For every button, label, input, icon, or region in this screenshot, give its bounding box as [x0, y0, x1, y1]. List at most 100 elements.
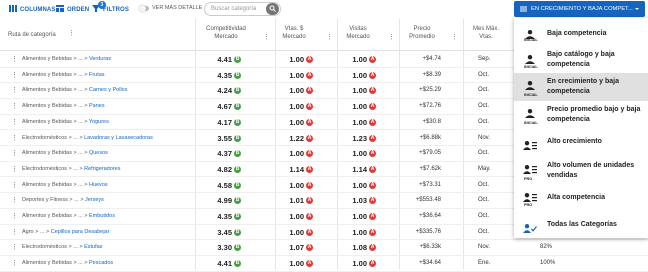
header-ventas[interactable]: Vtas. $ Mercado: [278, 25, 310, 41]
tier-label: INICIAL: [524, 93, 538, 97]
visitas-value: 1.00: [352, 180, 367, 190]
competitividad-badge: B: [234, 87, 241, 95]
row-menu-icon[interactable]: ⋮: [11, 181, 18, 189]
ventas-value: 1.14: [289, 164, 304, 174]
row-menu-icon[interactable]: ⋮: [11, 259, 18, 267]
view-menu: INICIAL Baja competencia INICIAL Bajo catál…: [514, 18, 648, 238]
category-leaf-link[interactable]: Jerseys: [85, 197, 104, 203]
view-menu-item[interactable]: INICIAL En crecimiento y baja competencia: [514, 73, 648, 101]
view-menu-item[interactable]: PRO Alta competencia: [514, 185, 648, 211]
competitividad-badge: B: [234, 56, 241, 63]
row-menu-icon[interactable]: ⋮: [11, 228, 18, 236]
user-check-icon: [523, 220, 537, 238]
table-row[interactable]: ⋮ Alimentos y Bebidas > ... > Pescados 4.4…: [0, 256, 648, 272]
view-menu-item[interactable]: INICIAL Precio promedio bajo y baja compe…: [514, 101, 648, 129]
category-leaf-link[interactable]: Frutas: [89, 72, 105, 78]
header-visitas-menu-icon[interactable]: ⋮: [388, 33, 395, 41]
mes-value: Sep.: [478, 56, 491, 62]
view-menu-item-label: Bajo catálogo y baja competencia: [547, 51, 615, 68]
category-leaf-link[interactable]: Cepillos para Desabejar: [51, 229, 110, 235]
row-menu-icon[interactable]: ⋮: [11, 102, 18, 110]
search-button[interactable]: [266, 3, 279, 15]
category-path: Electrodomésticos > ... > Estufas: [22, 244, 103, 251]
row-menu-icon[interactable]: ⋮: [11, 149, 18, 157]
filters-button[interactable]: 3 FILTROS: [92, 1, 129, 16]
ventas-badge: A: [306, 87, 313, 95]
header-precio[interactable]: Precio Promedio: [404, 25, 440, 41]
ventas-badge: A: [306, 228, 313, 236]
competitividad-badge: B: [234, 181, 241, 189]
visitas-value: 1.14: [352, 164, 367, 174]
competitividad-value: 4.41: [217, 55, 232, 64]
row-menu-icon[interactable]: ⋮: [11, 243, 18, 251]
row-menu-icon[interactable]: ⋮: [11, 55, 18, 63]
category-leaf-link[interactable]: Yogures: [89, 119, 109, 125]
row-menu-icon[interactable]: ⋮: [11, 118, 18, 126]
view-menu-item[interactable]: INICIAL Baja competencia: [514, 22, 648, 46]
category-path: Alimentos y Bebidas > ... > Yogures: [22, 118, 109, 125]
category-leaf-link[interactable]: Embutidos: [89, 213, 115, 219]
columns-icon: [9, 5, 17, 14]
header-comp-menu-icon[interactable]: ⋮: [263, 33, 270, 41]
view-menu-item-label: Todas las Categorías: [547, 221, 617, 228]
columns-button[interactable]: COLUMNAS: [9, 3, 55, 16]
category-leaf-link[interactable]: Verduras: [89, 56, 111, 62]
order-label: ORDEN: [67, 6, 90, 13]
precio-value: +$30.8: [422, 118, 441, 125]
competitividad-badge: B: [234, 197, 241, 205]
competitividad-badge: B: [234, 118, 241, 126]
view-dropdown[interactable]: EN CRECIMIENTO Y BAJA COMPET...: [514, 1, 645, 17]
row-menu-icon[interactable]: ⋮: [11, 196, 18, 204]
precio-value: +$72.76: [419, 103, 441, 110]
ventas-value: 1.00: [289, 212, 304, 221]
visitas-value: 1.00: [352, 227, 367, 237]
row-menu-icon[interactable]: ⋮: [11, 212, 18, 220]
percent-value: 100%: [540, 260, 556, 267]
ventas-badge: A: [306, 103, 313, 111]
visitas-value: 1.23: [352, 133, 367, 143]
category-leaf-link[interactable]: Estufas: [84, 244, 102, 250]
view-menu-item-label: Alto volumen de unidades vendidas: [547, 162, 635, 179]
visitas-value: 1.00: [352, 117, 367, 127]
table-row[interactable]: ⋮ Electrodomésticos > ... > Estufas 3.30 B 1…: [0, 240, 648, 256]
mes-value: Oct.: [478, 118, 490, 125]
header-visitas[interactable]: Visitas Mercado: [342, 25, 374, 41]
view-menu-item[interactable]: Todas las Categorías: [514, 213, 648, 237]
row-menu-icon[interactable]: ⋮: [11, 86, 18, 94]
row-menu-icon[interactable]: ⋮: [11, 134, 18, 142]
order-button[interactable]: ORDEN: [56, 3, 89, 16]
ventas-badge: A: [306, 71, 313, 79]
visitas-badge: A: [369, 150, 376, 158]
view-menu-item[interactable]: PRO Alto volumen de unidades vendidas: [514, 157, 648, 185]
category-leaf-link[interactable]: Lavadoras y Lavasecadoras: [84, 135, 153, 141]
visitas-value: 1.00: [352, 86, 367, 96]
detail-toggle[interactable]: [139, 5, 149, 12]
view-menu-item[interactable]: INICIAL Bajo catálogo y baja competencia: [514, 47, 648, 73]
percent-value: 82%: [540, 244, 553, 251]
chevron-down-icon: [635, 8, 639, 10]
competitividad-value: 4.37: [217, 149, 232, 159]
category-root: Alimentos y Bebidas: [22, 118, 72, 125]
competitividad-badge: B: [234, 71, 241, 79]
category-leaf-link[interactable]: Quesos: [89, 150, 108, 156]
header-path-menu-icon[interactable]: ⋮: [68, 29, 75, 37]
category-root: Alimentos y Bebidas: [22, 150, 72, 157]
header-precio-menu-icon[interactable]: ⋮: [451, 33, 458, 41]
header-mes[interactable]: Mes Máx. Vtas.: [470, 25, 502, 41]
category-root: Electrodomésticos: [22, 165, 67, 172]
row-menu-icon[interactable]: ⋮: [11, 165, 18, 173]
category-leaf-link[interactable]: Huevos: [89, 182, 108, 188]
filters-label: FILTROS: [103, 6, 129, 13]
category-path: Electrodomésticos > ... > Lavadoras y La…: [22, 134, 153, 141]
category-leaf-link[interactable]: Carnes y Pollos: [89, 87, 128, 93]
category-path: Alimentos y Bebidas > ... > Panes: [22, 103, 105, 110]
category-leaf-link[interactable]: Panes: [89, 103, 105, 109]
ventas-badge: A: [306, 181, 313, 189]
view-menu-item[interactable]: Alto crecimiento: [514, 129, 648, 155]
header-competitividad[interactable]: Competitividad Mercado: [205, 25, 247, 41]
category-leaf-link[interactable]: Pescados: [89, 260, 113, 266]
row-menu-icon[interactable]: ⋮: [11, 71, 18, 79]
category-leaf-link[interactable]: Refrigeradores: [84, 166, 120, 172]
mes-value: Oct.: [478, 228, 490, 235]
header-vtas-menu-icon[interactable]: ⋮: [326, 33, 333, 41]
